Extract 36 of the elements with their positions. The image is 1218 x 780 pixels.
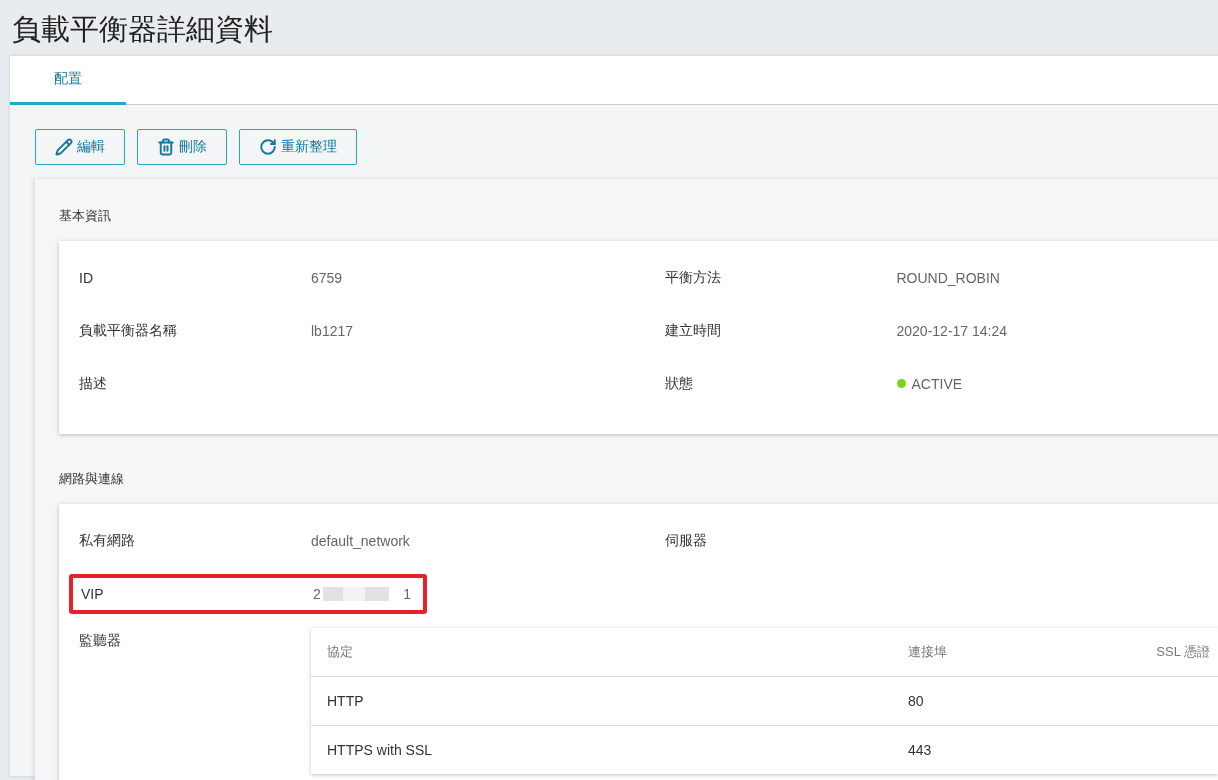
field-value: lb1217 <box>311 322 354 339</box>
field-value: 6759 <box>311 269 343 286</box>
table-cell-text: 443 <box>908 742 933 758</box>
column-header: 連接埠 <box>908 643 948 661</box>
column-header: SSL 憑證 <box>1156 643 1210 661</box>
pencil-icon <box>55 138 73 156</box>
refresh-icon <box>259 138 277 156</box>
field-label: 監聽器 <box>79 632 122 650</box>
field-label: 私有網路 <box>79 531 136 550</box>
action-button[interactable]: 編輯 <box>35 129 125 165</box>
field-value: 2020-12-17 14:24 <box>896 322 1008 339</box>
section-title: 基本資訊 <box>59 207 112 225</box>
table-cell-text: HTTPS with SSL <box>327 742 434 758</box>
section-title: 網路與連線 <box>59 470 125 488</box>
field-label: 負載平衡器名稱 <box>79 321 178 340</box>
field-label: VIP <box>81 585 105 602</box>
field-label: 描述 <box>79 374 108 393</box>
table-cell-text: 80 <box>908 693 925 709</box>
field-label: 狀態 <box>664 374 694 393</box>
table-cell-text: HTTP <box>327 693 365 709</box>
redaction-mask <box>322 586 390 601</box>
tab[interactable]: 配置 <box>10 56 126 105</box>
field-label: 伺服器 <box>664 531 708 550</box>
trash-icon <box>157 138 175 156</box>
field-label: 建立時間 <box>664 321 722 340</box>
field-value: ROUND_ROBIN <box>896 269 1000 286</box>
field-value: default_network <box>311 532 410 549</box>
action-button[interactable]: 重新整理 <box>239 129 357 165</box>
field-value: 1 <box>403 585 411 602</box>
field-label: ID <box>79 269 94 286</box>
field-value: 2 <box>313 585 321 602</box>
column-header: 協定 <box>327 643 354 661</box>
field-label: 平衡方法 <box>664 268 722 287</box>
status-text: ACTIVE <box>911 375 963 392</box>
page-title: 負載平衡器詳細資料 <box>11 12 274 47</box>
action-button[interactable]: 刪除 <box>137 129 227 165</box>
